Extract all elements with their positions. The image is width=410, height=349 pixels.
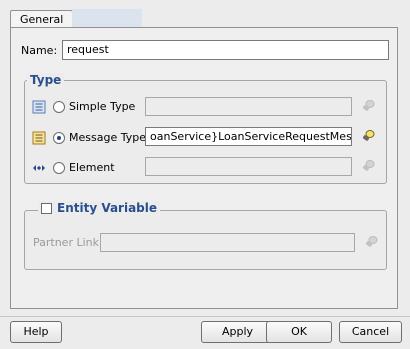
partner-link-label: Partner Link: xyxy=(33,236,103,249)
element-field xyxy=(145,157,352,176)
entity-variable-label: Entity Variable xyxy=(57,201,158,215)
element-label: Element xyxy=(69,161,115,174)
partner-link-field xyxy=(100,233,355,252)
simple-type-field xyxy=(145,97,352,116)
help-button[interactable]: Help xyxy=(10,321,62,343)
name-input[interactable]: request xyxy=(62,40,389,60)
flashlight-icon[interactable] xyxy=(361,129,375,143)
apply-button[interactable]: Apply xyxy=(201,321,274,343)
flashlight-icon[interactable] xyxy=(364,235,378,249)
tab-strip-filler xyxy=(72,9,142,27)
message-type-label: Message Type xyxy=(69,131,146,144)
cancel-button[interactable]: Cancel xyxy=(339,321,402,343)
message-type-radio[interactable] xyxy=(53,132,65,144)
message-type-field[interactable]: oanService}LoanServiceRequestMessage xyxy=(145,127,352,146)
simple-type-label: Simple Type xyxy=(69,100,136,113)
name-label: Name: xyxy=(21,44,58,57)
simple-type-radio[interactable] xyxy=(53,101,65,113)
message-type-icon xyxy=(32,131,46,145)
flashlight-icon[interactable] xyxy=(361,99,375,113)
simple-type-icon xyxy=(32,100,46,114)
entity-variable-checkbox[interactable] xyxy=(41,202,52,214)
element-icon xyxy=(33,165,45,171)
ok-button[interactable]: OK xyxy=(266,321,332,343)
tab-general[interactable]: General xyxy=(10,10,74,28)
entity-variable-legend: Entity Variable xyxy=(38,201,161,215)
type-legend: Type xyxy=(27,73,65,87)
element-radio[interactable] xyxy=(53,162,65,174)
flashlight-icon[interactable] xyxy=(361,159,375,173)
footer-divider xyxy=(0,316,410,317)
tab-strip: General xyxy=(10,8,398,28)
